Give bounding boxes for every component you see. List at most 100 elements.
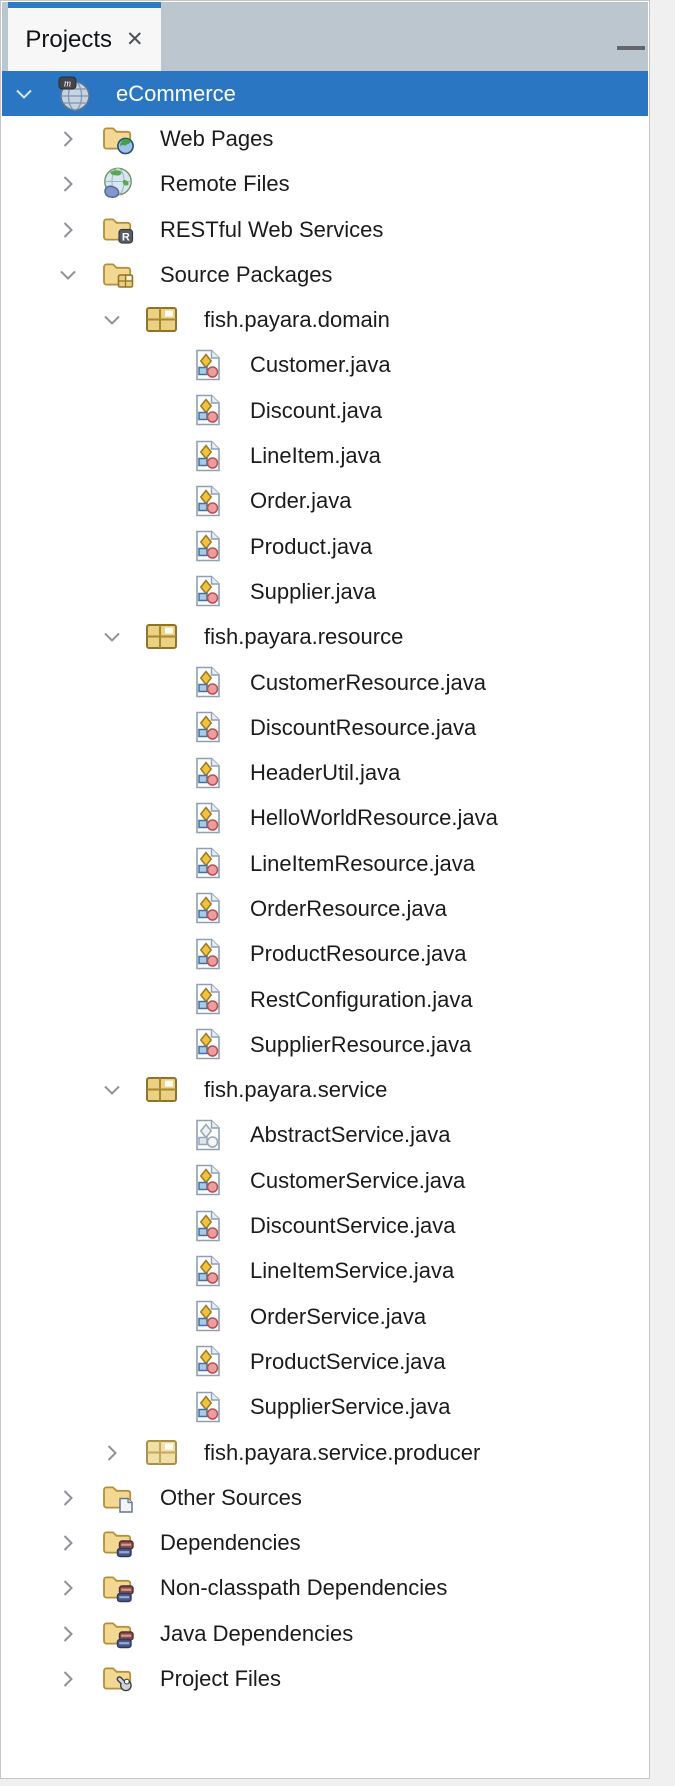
- tree-item-label: fish.payara.domain: [204, 307, 390, 333]
- chevron-down-icon[interactable]: [14, 84, 34, 104]
- chevron-spacer: [148, 673, 168, 693]
- tree-item-label: LineItem.java: [250, 443, 381, 469]
- chevron-right-icon[interactable]: [58, 129, 78, 149]
- tree-item-helloworldresource-java[interactable]: HelloWorldResource.java: [2, 796, 648, 841]
- folder-deps-icon: [100, 1616, 136, 1652]
- tree-item-headerutil-java[interactable]: HeaderUtil.java: [2, 750, 648, 795]
- tree-item-restconfiguration-java[interactable]: RestConfiguration.java: [2, 977, 648, 1022]
- web-project-globe-icon: m: [56, 76, 92, 112]
- tree-item-label: Project Files: [160, 1666, 281, 1692]
- chevron-down-icon[interactable]: [102, 1080, 122, 1100]
- tree-item-label: Java Dependencies: [160, 1621, 353, 1647]
- tree-item-label: LineItemResource.java: [250, 851, 475, 877]
- tree-item-label: Supplier.java: [250, 579, 376, 605]
- tree-item-abstractservice-java[interactable]: AbstractService.java: [2, 1113, 648, 1158]
- java-class-icon: [190, 529, 226, 565]
- tree-item-label: Product.java: [250, 534, 372, 560]
- tree-item-label: OrderService.java: [250, 1304, 426, 1330]
- tree-item-label: ProductService.java: [250, 1349, 446, 1375]
- tree-item-supplierservice-java[interactable]: SupplierService.java: [2, 1385, 648, 1430]
- java-class-icon: [190, 800, 226, 836]
- tree-item-supplierresource-java[interactable]: SupplierResource.java: [2, 1022, 648, 1067]
- tree-item-fish-payara-service[interactable]: fish.payara.service: [2, 1068, 648, 1113]
- java-class-icon: [190, 1299, 226, 1335]
- chevron-right-icon[interactable]: [58, 1533, 78, 1553]
- tree-item-lineitemresource-java[interactable]: LineItemResource.java: [2, 841, 648, 886]
- tree-item-discountresource-java[interactable]: DiscountResource.java: [2, 705, 648, 750]
- chevron-spacer: [148, 990, 168, 1010]
- projects-panel: Projects ✕ meCommerceWeb PagesRemote Fil…: [0, 0, 650, 1779]
- minimize-dash-icon[interactable]: [617, 46, 645, 50]
- folder-projectfiles-icon: [100, 1661, 136, 1697]
- package-icon: [144, 1072, 180, 1108]
- tree-item-fish-payara-domain[interactable]: fish.payara.domain: [2, 297, 648, 342]
- chevron-spacer: [148, 718, 168, 738]
- folder-packages-icon: [100, 257, 136, 293]
- tree-item-fish-payara-service-producer[interactable]: fish.payara.service.producer: [2, 1430, 648, 1475]
- tree-item-dependencies[interactable]: Dependencies: [2, 1521, 648, 1566]
- chevron-spacer: [148, 808, 168, 828]
- tree-item-supplier-java[interactable]: Supplier.java: [2, 569, 648, 614]
- tree-item-orderservice-java[interactable]: OrderService.java: [2, 1294, 648, 1339]
- chevron-spacer: [148, 401, 168, 421]
- package-icon: [144, 619, 180, 655]
- tree-item-label: fish.payara.service: [204, 1077, 387, 1103]
- tree-item-remote-files[interactable]: Remote Files: [2, 162, 648, 207]
- java-class-icon: [190, 846, 226, 882]
- tree-item-java-dependencies[interactable]: Java Dependencies: [2, 1611, 648, 1656]
- chevron-down-icon[interactable]: [58, 265, 78, 285]
- chevron-right-icon[interactable]: [58, 1488, 78, 1508]
- tree-item-source-packages[interactable]: Source Packages: [2, 252, 648, 297]
- tree-item-label: Order.java: [250, 488, 352, 514]
- folder-web-icon: [100, 121, 136, 157]
- java-class-icon: [190, 936, 226, 972]
- tree-item-productresource-java[interactable]: ProductResource.java: [2, 932, 648, 977]
- chevron-spacer: [148, 1035, 168, 1055]
- tree-item-discount-java[interactable]: Discount.java: [2, 388, 648, 433]
- tab-projects[interactable]: Projects ✕: [8, 2, 161, 71]
- tree-item-fish-payara-resource[interactable]: fish.payara.resource: [2, 615, 648, 660]
- tree-item-restful-web-services[interactable]: RRESTful Web Services: [2, 207, 648, 252]
- chevron-right-icon[interactable]: [58, 220, 78, 240]
- tree-item-other-sources[interactable]: Other Sources: [2, 1475, 648, 1520]
- java-class-icon: [190, 1389, 226, 1425]
- chevron-right-icon[interactable]: [58, 1669, 78, 1689]
- tree-item-web-pages[interactable]: Web Pages: [2, 116, 648, 161]
- tree-item-non-classpath-dependencies[interactable]: Non-classpath Dependencies: [2, 1566, 648, 1611]
- tree-item-label: DiscountService.java: [250, 1213, 455, 1239]
- chevron-right-icon[interactable]: [58, 1578, 78, 1598]
- tree-item-label: LineItemService.java: [250, 1258, 454, 1284]
- tree-item-order-java[interactable]: Order.java: [2, 479, 648, 524]
- tree-item-label: RESTful Web Services: [160, 217, 383, 243]
- tree-item-customerservice-java[interactable]: CustomerService.java: [2, 1158, 648, 1203]
- tree-item-label: RestConfiguration.java: [250, 987, 473, 1013]
- tree-item-customer-java[interactable]: Customer.java: [2, 343, 648, 388]
- close-icon[interactable]: ✕: [126, 29, 144, 50]
- java-class-icon: [190, 755, 226, 791]
- java-class-icon: [190, 347, 226, 383]
- tree-item-label: Customer.java: [250, 352, 391, 378]
- tree-item-lineitemservice-java[interactable]: LineItemService.java: [2, 1249, 648, 1294]
- tree-item-project-files[interactable]: Project Files: [2, 1656, 648, 1701]
- java-class-icon: [190, 1163, 226, 1199]
- chevron-spacer: [148, 582, 168, 602]
- tree-item-productservice-java[interactable]: ProductService.java: [2, 1339, 648, 1384]
- tree-item-orderresource-java[interactable]: OrderResource.java: [2, 886, 648, 931]
- tree-item-label: Source Packages: [160, 262, 332, 288]
- tree-item-discountservice-java[interactable]: DiscountService.java: [2, 1203, 648, 1248]
- chevron-down-icon[interactable]: [102, 310, 122, 330]
- chevron-right-icon[interactable]: [102, 1443, 122, 1463]
- tree-item-product-java[interactable]: Product.java: [2, 524, 648, 569]
- java-class-icon: [190, 891, 226, 927]
- tab-strip: Projects ✕: [2, 2, 648, 71]
- chevron-spacer: [148, 944, 168, 964]
- tree-item-customerresource-java[interactable]: CustomerResource.java: [2, 660, 648, 705]
- tree-item-lineitem-java[interactable]: LineItem.java: [2, 433, 648, 478]
- tree-item-label: Discount.java: [250, 398, 382, 424]
- chevron-down-icon[interactable]: [102, 627, 122, 647]
- chevron-spacer: [148, 1171, 168, 1191]
- chevron-right-icon[interactable]: [58, 1624, 78, 1644]
- chevron-right-icon[interactable]: [58, 174, 78, 194]
- tree-item-label: OrderResource.java: [250, 896, 447, 922]
- tree-item-ecommerce[interactable]: meCommerce: [2, 71, 648, 116]
